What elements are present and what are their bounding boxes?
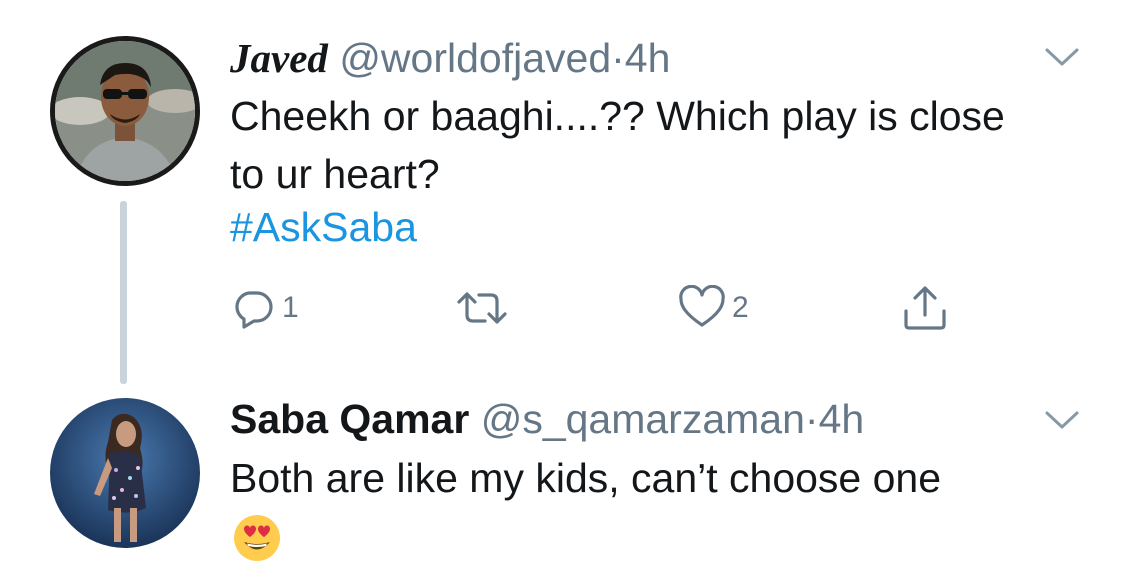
reply-icon: [235, 291, 273, 329]
tweet-text: Both are like my kids, can’t choose one: [230, 455, 942, 501]
hashtag-link[interactable]: #AskSaba: [230, 204, 417, 251]
display-name[interactable]: Saba Qamar: [230, 396, 469, 442]
chevron-down-icon[interactable]: [1044, 410, 1080, 430]
retweet-button[interactable]: [455, 283, 509, 333]
separator-dot: ·: [804, 396, 819, 442]
thread-line: [120, 201, 127, 384]
reply-count: 1: [282, 291, 299, 324]
tweet-text: Cheekh or baaghi....?? Which play is clo…: [230, 93, 1005, 197]
timestamp[interactable]: 4h: [819, 396, 865, 442]
retweet-icon: [457, 292, 507, 324]
chevron-down-icon[interactable]: [1044, 47, 1080, 67]
timestamp[interactable]: 4h: [625, 35, 671, 81]
share-icon: [904, 286, 946, 330]
like-button[interactable]: 2: [678, 283, 749, 333]
reply-button[interactable]: 1: [230, 283, 299, 333]
tweet-header: Javed @worldofjaved·4h: [230, 34, 670, 82]
smiling-face-with-heart-eyes-icon: [234, 515, 280, 561]
separator-dot: ·: [611, 35, 625, 81]
like-count: 2: [732, 291, 749, 324]
heart-icon: [679, 285, 725, 327]
username-handle[interactable]: @worldofjaved: [339, 35, 611, 81]
profile-photo-icon: [55, 41, 195, 181]
display-name[interactable]: Javed: [230, 35, 328, 81]
share-button[interactable]: [900, 283, 950, 333]
avatar[interactable]: [50, 398, 200, 548]
tweet-header: Saba Qamar @s_qamarzaman·4h: [230, 396, 864, 443]
avatar[interactable]: [50, 36, 200, 186]
profile-photo-icon: [50, 398, 200, 548]
username-handle[interactable]: @s_qamarzaman: [481, 396, 805, 442]
